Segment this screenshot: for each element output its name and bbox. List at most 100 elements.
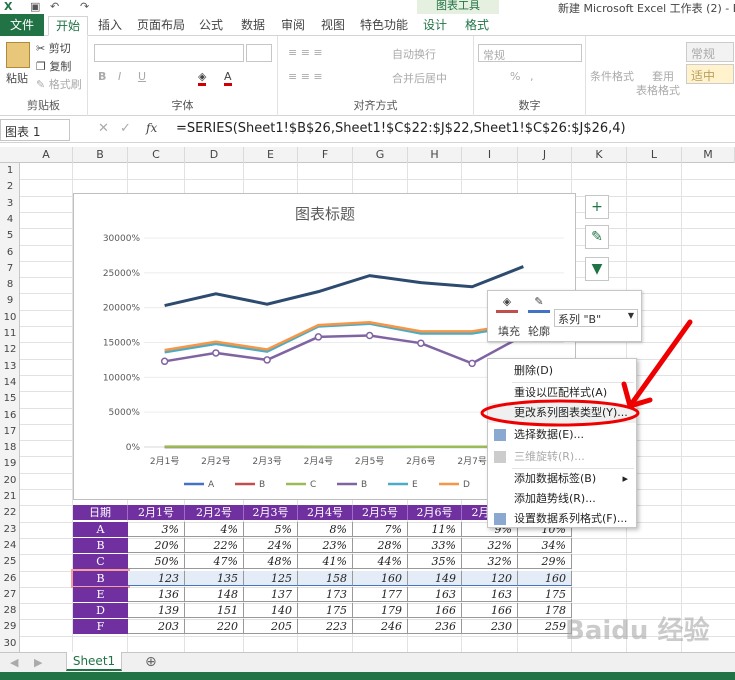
- table-header-cell[interactable]: 2月4号: [298, 505, 353, 521]
- table-cell[interactable]: 123: [128, 570, 185, 586]
- legend-entry[interactable]: A: [208, 480, 215, 490]
- table-cell[interactable]: 175: [298, 603, 353, 619]
- name-box[interactable]: 图表 1: [0, 119, 70, 141]
- table-cell[interactable]: 178: [518, 603, 572, 619]
- selected-series-point[interactable]: [365, 331, 374, 340]
- comma-button[interactable]: ,: [530, 70, 534, 83]
- paste-button[interactable]: 粘贴: [6, 70, 28, 86]
- row-header[interactable]: 26: [0, 571, 20, 587]
- table-cell[interactable]: 5%: [244, 521, 298, 537]
- table-cell[interactable]: 29%: [518, 554, 572, 570]
- selected-series-point[interactable]: [263, 356, 271, 364]
- sheet-tab-sheet1[interactable]: Sheet1: [66, 652, 122, 671]
- legend-entry[interactable]: C: [310, 480, 316, 490]
- number-format-combo[interactable]: 常规: [478, 44, 582, 62]
- table-cell[interactable]: 35%: [408, 554, 462, 570]
- row-header[interactable]: 3: [0, 196, 20, 212]
- row-header[interactable]: 23: [0, 522, 20, 538]
- scroll-right-icon[interactable]: ▶: [34, 656, 42, 669]
- table-row-label[interactable]: E: [73, 586, 128, 602]
- table-cell[interactable]: 166: [408, 603, 462, 619]
- scroll-left-icon[interactable]: ◀: [10, 656, 18, 669]
- table-cell[interactable]: 47%: [185, 554, 244, 570]
- cut-button[interactable]: ✂ 剪切: [36, 40, 71, 56]
- row-header[interactable]: 14: [0, 375, 20, 391]
- tab-home[interactable]: 开始: [48, 16, 88, 36]
- align-top-icon[interactable]: ≡ ≡ ≡: [288, 46, 323, 59]
- undo-icon[interactable]: ↶: [50, 0, 59, 13]
- table-cell[interactable]: 136: [128, 586, 185, 602]
- tab-review[interactable]: 审阅: [276, 16, 310, 36]
- chart-styles-icon[interactable]: ✎: [585, 225, 609, 249]
- table-cell[interactable]: 140: [244, 603, 298, 619]
- column-header-h[interactable]: H: [408, 147, 462, 163]
- enter-icon[interactable]: ✓: [120, 121, 131, 136]
- table-cell[interactable]: 163: [408, 586, 462, 602]
- table-header-cell[interactable]: 2月3号: [244, 505, 298, 521]
- table-header-cell[interactable]: 2月1号: [128, 505, 185, 521]
- row-header[interactable]: 21: [0, 489, 20, 505]
- table-cell[interactable]: 230: [462, 619, 518, 635]
- table-header-cell[interactable]: 2月5号: [353, 505, 408, 521]
- table-cell[interactable]: 149: [408, 570, 462, 586]
- table-cell[interactable]: 135: [185, 570, 244, 586]
- legend-entry[interactable]: E: [412, 480, 418, 490]
- table-cell[interactable]: 160: [518, 570, 572, 586]
- copy-button[interactable]: ❐ 复制: [36, 58, 71, 74]
- font-color-button[interactable]: A: [224, 70, 232, 86]
- row-header[interactable]: 27: [0, 587, 20, 603]
- selected-series-point[interactable]: [417, 339, 425, 347]
- row-header[interactable]: 20: [0, 473, 20, 489]
- table-cell[interactable]: 23%: [298, 537, 353, 553]
- underline-button[interactable]: U: [138, 70, 146, 83]
- table-cell[interactable]: 160: [353, 570, 408, 586]
- tab-data[interactable]: 数据: [236, 16, 270, 36]
- table-row-label[interactable]: A: [73, 521, 128, 537]
- row-header[interactable]: 19: [0, 456, 20, 472]
- row-header[interactable]: 18: [0, 440, 20, 456]
- table-cell[interactable]: 166: [462, 603, 518, 619]
- formula-input[interactable]: =SERIES(Sheet1!$B$26,Sheet1!$C$22:$J$22,…: [176, 121, 626, 136]
- column-header-c[interactable]: C: [128, 147, 185, 163]
- cancel-icon[interactable]: ✕: [98, 121, 109, 136]
- series-line-e[interactable]: [164, 322, 524, 354]
- legend-entry[interactable]: D: [463, 480, 470, 490]
- row-header[interactable]: 2: [0, 179, 20, 195]
- column-header-l[interactable]: L: [627, 147, 682, 163]
- table-cell[interactable]: 24%: [244, 537, 298, 553]
- table-cell[interactable]: 137: [244, 586, 298, 602]
- table-cell[interactable]: 163: [462, 586, 518, 602]
- table-cell[interactable]: 4%: [185, 521, 244, 537]
- row-header[interactable]: 7: [0, 261, 20, 277]
- table-cell[interactable]: 41%: [298, 554, 353, 570]
- table-cell[interactable]: 223: [298, 619, 353, 635]
- table-row-label[interactable]: C: [73, 554, 128, 570]
- column-header-f[interactable]: F: [298, 147, 353, 163]
- table-cell[interactable]: 11%: [408, 521, 462, 537]
- table-row-label[interactable]: F: [73, 619, 128, 635]
- tab-file[interactable]: 文件: [0, 14, 44, 36]
- selected-series-point[interactable]: [160, 357, 169, 366]
- table-cell[interactable]: 20%: [128, 537, 185, 553]
- chart-elements-icon[interactable]: +: [585, 195, 609, 219]
- tab-page-layout[interactable]: 页面布局: [134, 16, 188, 36]
- row-header[interactable]: 17: [0, 424, 20, 440]
- table-cell[interactable]: 173: [298, 586, 353, 602]
- row-header[interactable]: 30: [0, 636, 20, 652]
- save-icon[interactable]: ▣: [30, 0, 40, 13]
- table-cell[interactable]: 32%: [462, 554, 518, 570]
- column-header-e[interactable]: E: [244, 147, 298, 163]
- tab-insert[interactable]: 插入: [92, 16, 128, 36]
- table-cell[interactable]: 3%: [128, 521, 185, 537]
- format-painter-button[interactable]: ✎ 格式刷: [36, 76, 82, 92]
- table-header-date[interactable]: 日期: [73, 505, 128, 521]
- tab-design[interactable]: 设计: [418, 16, 452, 36]
- table-cell[interactable]: 175: [518, 586, 572, 602]
- table-row-label[interactable]: D: [73, 603, 128, 619]
- legend-entry[interactable]: B: [361, 480, 367, 490]
- table-cell[interactable]: 33%: [408, 537, 462, 553]
- selected-series-point[interactable]: [212, 349, 220, 357]
- selected-series-point[interactable]: [468, 359, 476, 368]
- conditional-format-button[interactable]: 条件格式: [590, 68, 634, 84]
- row-header[interactable]: 1: [0, 163, 20, 179]
